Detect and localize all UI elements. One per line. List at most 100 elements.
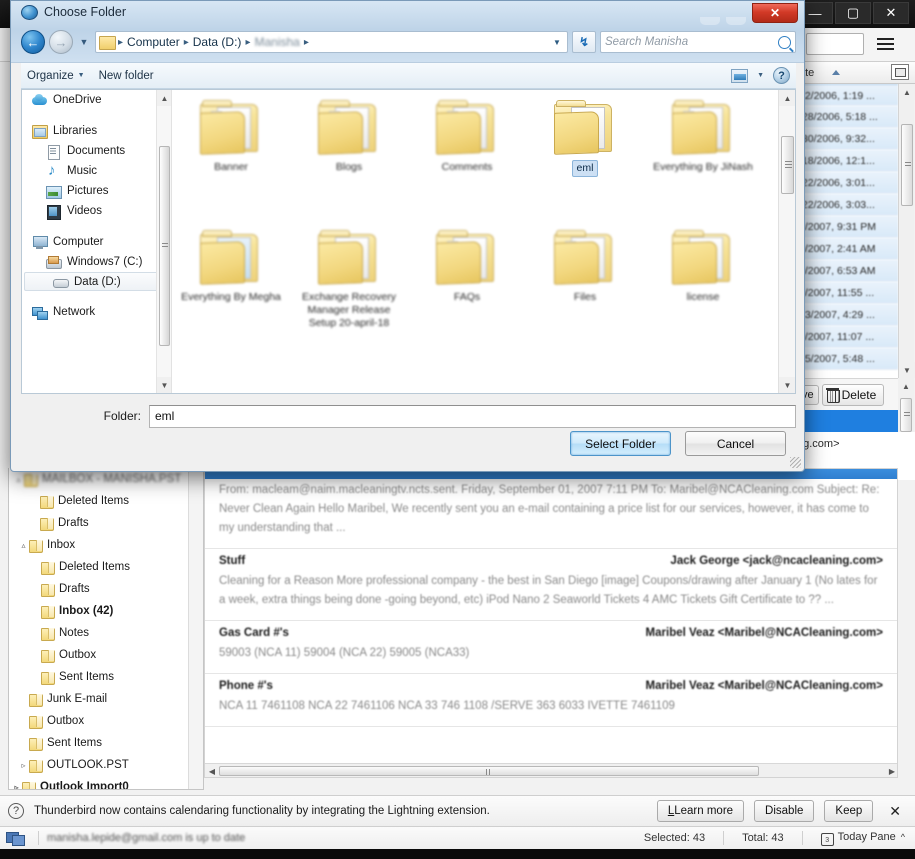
navigation-pane-scrollbar[interactable]: ▲ ▼ [156, 90, 171, 393]
reading-pane-horizontal-scrollbar[interactable]: ◀ ▶ [205, 763, 897, 777]
message-row[interactable]: 23/2007, 4:29 ... [795, 304, 898, 326]
folder-tree-item[interactable]: Sent Items [9, 666, 203, 688]
message-row[interactable]: 2/2007, 9:31 PM [795, 216, 898, 238]
forward-arrow-icon[interactable]: → [49, 30, 73, 54]
message-row[interactable]: /28/2006, 5:18 ... [795, 106, 898, 128]
close-button[interactable]: ✕ [873, 2, 909, 24]
folder-tree-item[interactable]: Outbox [9, 644, 203, 666]
folder-tree-item[interactable]: Junk E-mail [9, 688, 203, 710]
message-row[interactable]: 15/2007, 5:48 ... [795, 348, 898, 370]
scroll-right-icon[interactable]: ▶ [885, 764, 897, 777]
message-row[interactable]: 9/2007, 6:53 AM [795, 260, 898, 282]
chevron-up-icon[interactable]: ^ [901, 832, 905, 842]
nav-item-onedrive[interactable]: OneDrive [22, 90, 171, 110]
message-row[interactable]: 9/2007, 11:07 ... [795, 326, 898, 348]
navigation-pane[interactable]: OneDrive Libraries Documents Music [22, 90, 172, 393]
twisty-icon[interactable]: ▹ [11, 783, 22, 790]
new-folder-button[interactable]: New folder [99, 70, 154, 82]
scroll-down-icon[interactable]: ▼ [779, 377, 795, 393]
folder-tree-item[interactable]: ▹ Outlook Import0 [9, 776, 203, 790]
select-folder-button[interactable]: Select Folder [570, 431, 671, 456]
nav-item-network[interactable]: Network [22, 302, 171, 322]
column-header-date[interactable]: ate [795, 62, 915, 84]
message-row[interactable]: 22/2006, 1:19 ... [795, 84, 898, 106]
message-row[interactable]: 9/2007, 11:55 ... [795, 282, 898, 304]
back-arrow-icon[interactable]: ← [21, 30, 45, 54]
nav-item-computer[interactable]: Computer [22, 232, 171, 252]
refresh-button[interactable]: ↯ [572, 31, 596, 53]
breadcrumb-segment-manisha[interactable]: Manisha [251, 35, 302, 49]
scroll-up-icon[interactable]: ▲ [779, 90, 795, 106]
search-input[interactable]: Search Manisha [600, 31, 796, 53]
file-list-scrollbar[interactable]: ▲ ▼ [778, 90, 795, 393]
folder-item[interactable]: Exchange Recovery Manager Release Setup … [290, 224, 408, 354]
folder-tree-item[interactable]: Drafts [9, 578, 203, 600]
column-picker-icon[interactable] [891, 64, 909, 80]
file-list-pane[interactable]: Banner Blogs Comments eml Everything By … [172, 90, 795, 393]
resize-grip[interactable] [790, 457, 801, 468]
twisty-icon[interactable]: ▵ [18, 541, 29, 550]
folder-tree[interactable]: ▵ MAILBOX - MANISHA.PST Deleted Items Dr… [8, 468, 204, 790]
learn-more-button[interactable]: LLearn more [656, 800, 745, 822]
folder-item[interactable]: Comments [408, 94, 526, 224]
folder-item[interactable]: Everything By JiNash [644, 94, 762, 224]
message-preview-item[interactable]: Stuff Jack George <jack@ncacleaning.com>… [205, 549, 897, 621]
folder-tree-item[interactable]: ▹ OUTLOOK.PST [9, 754, 203, 776]
folder-tree-item[interactable]: Notes [9, 622, 203, 644]
chevron-down-icon[interactable]: ▼ [757, 72, 764, 79]
message-row[interactable]: /22/2006, 3:01... [795, 172, 898, 194]
nav-item-music[interactable]: Music [22, 161, 171, 181]
scroll-up-icon[interactable]: ▲ [898, 378, 914, 394]
folder-tree-item[interactable]: Deleted Items [9, 556, 203, 578]
scrollbar-thumb[interactable] [781, 136, 794, 194]
folder-item[interactable]: Everything By Megha [172, 224, 290, 354]
folder-name-input[interactable]: eml [149, 404, 796, 428]
message-preview-item[interactable]: Phone #'s Maribel Veaz <Maribel@NCAClean… [205, 674, 897, 727]
breadcrumb[interactable]: ▸ Computer ▸ Data (D:) ▸ Manisha ▸ ▼ [95, 31, 568, 53]
cancel-button[interactable]: Cancel [685, 431, 786, 456]
nav-item-documents[interactable]: Documents [22, 141, 171, 161]
close-notification-icon[interactable]: ✕ [883, 803, 907, 820]
nav-item-pictures[interactable]: Pictures [22, 181, 171, 201]
scroll-left-icon[interactable]: ◀ [205, 764, 219, 777]
folder-tree-item[interactable]: Outbox [9, 710, 203, 732]
help-icon[interactable]: ? [773, 67, 790, 84]
view-layout-icon[interactable] [731, 68, 749, 83]
message-row[interactable]: /22/2006, 3:03... [795, 194, 898, 216]
folder-item[interactable]: Blogs [290, 94, 408, 224]
breadcrumb-dropdown-icon[interactable]: ▼ [549, 38, 565, 47]
scroll-up-icon[interactable]: ▲ [899, 84, 915, 100]
keep-button[interactable]: Keep [824, 800, 874, 822]
breadcrumb-segment-computer[interactable]: Computer [124, 35, 183, 49]
folder-item[interactable]: Banner [172, 94, 290, 224]
message-row[interactable]: /30/2006, 9:32... [795, 128, 898, 150]
organize-button[interactable]: Organize ▼ [27, 70, 85, 82]
folder-tree-item[interactable]: Drafts [9, 512, 203, 534]
folder-item[interactable]: license [644, 224, 762, 354]
folder-tree-item[interactable]: ▵ Inbox [9, 534, 203, 556]
nav-item-videos[interactable]: Videos [22, 201, 171, 221]
scroll-down-icon[interactable]: ▼ [157, 377, 171, 393]
thunderbird-search-input[interactable] [806, 33, 864, 55]
message-list-scrollbar[interactable]: ▲ ▼ [898, 84, 915, 378]
scrollbar-thumb[interactable] [159, 146, 170, 346]
scrollbar-thumb[interactable] [219, 766, 759, 776]
nav-item-libraries[interactable]: Libraries [22, 121, 171, 141]
maximize-button[interactable]: ▢ [835, 2, 871, 24]
disable-button[interactable]: Disable [754, 800, 815, 822]
message-list[interactable]: 22/2006, 1:19 ... /28/2006, 5:18 ... /30… [795, 84, 898, 378]
folder-tree-item[interactable]: Deleted Items [9, 490, 203, 512]
twisty-icon[interactable]: ▹ [18, 761, 29, 770]
dialog-close-button[interactable]: ✕ [752, 3, 798, 23]
folder-item-eml[interactable]: eml [526, 94, 644, 224]
today-pane-button[interactable]: 3 Today Pane ^ [811, 831, 915, 846]
scrollbar-thumb[interactable] [900, 398, 912, 432]
reading-pane[interactable]: From: macleam@naim.macleaningtv.ncts.sen… [204, 468, 898, 778]
delete-button[interactable]: Delete [821, 383, 885, 406]
message-row[interactable]: /18/2006, 12:1... [795, 150, 898, 172]
scroll-down-icon[interactable]: ▼ [899, 362, 915, 378]
message-preview-item[interactable]: From: macleam@naim.macleaningtv.ncts.sen… [205, 479, 897, 549]
nav-item-data-d[interactable]: Data (D:) [24, 272, 167, 291]
message-row[interactable]: 9/2007, 2:41 AM [795, 238, 898, 260]
hamburger-menu-icon[interactable] [872, 32, 898, 56]
